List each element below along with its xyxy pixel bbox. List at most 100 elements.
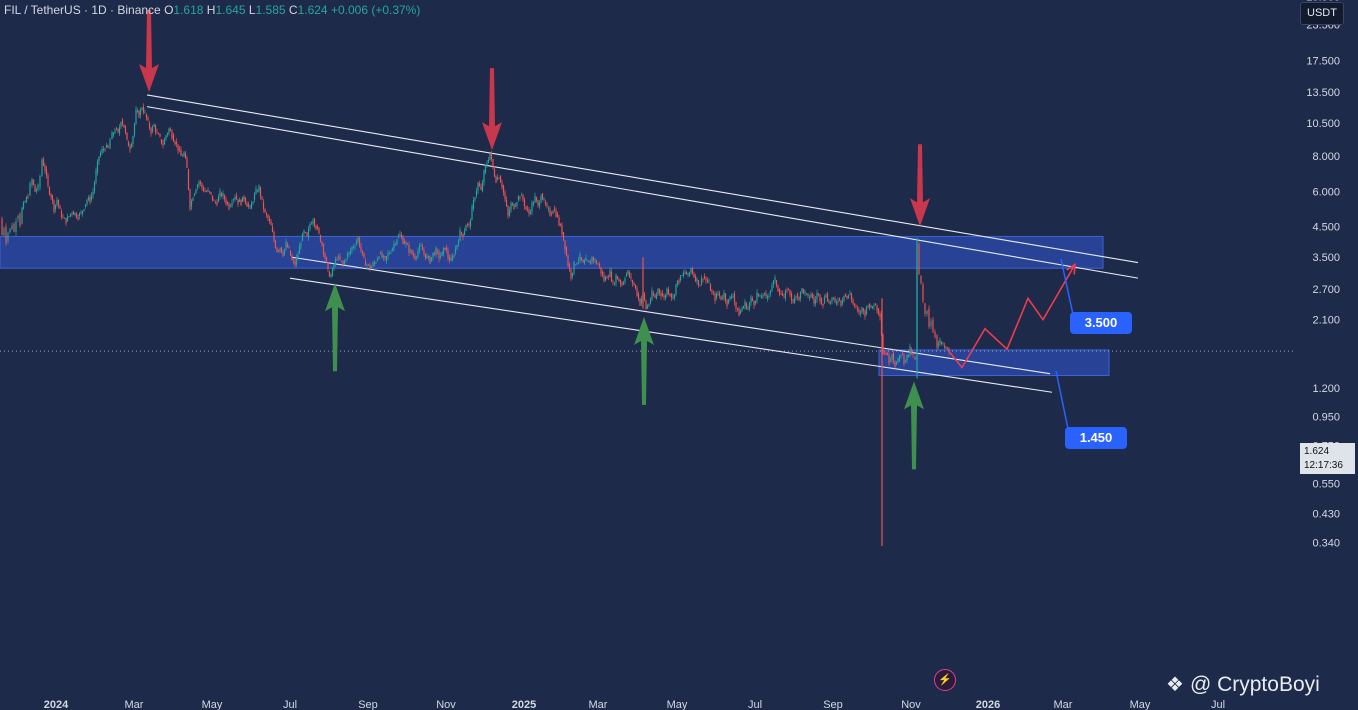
price-chart[interactable]: 37.50029.50023.50017.50013.50010.5008.00…	[0, 0, 1358, 710]
candle-body	[366, 264, 368, 266]
candle-body	[101, 148, 103, 153]
candle-body	[661, 293, 664, 297]
candle-body	[753, 300, 755, 306]
candle-body	[843, 295, 845, 301]
candle-body	[714, 293, 716, 301]
candle-body	[47, 175, 49, 186]
candle-body	[83, 209, 85, 211]
candle-body	[945, 347, 947, 349]
candle-body	[109, 138, 111, 149]
candle-body	[310, 223, 313, 225]
candle-body	[926, 310, 928, 315]
candle-body	[702, 278, 704, 280]
binance-logo-icon: ❖	[1166, 674, 1184, 696]
candle-body	[112, 132, 115, 136]
candle-body	[940, 341, 943, 344]
candle-body	[298, 246, 301, 254]
candle-body	[438, 251, 440, 259]
candle-body	[555, 210, 557, 217]
candle-body	[153, 124, 155, 127]
candle-body	[418, 246, 421, 251]
candle-body	[619, 280, 622, 284]
candle-body	[295, 257, 298, 265]
candle-body	[138, 110, 140, 118]
event-icon[interactable]: ⚡	[934, 669, 956, 691]
candle-body	[243, 196, 245, 200]
candle-body	[420, 245, 422, 247]
candle-body	[616, 276, 619, 280]
candle-body	[408, 244, 410, 253]
candle-body	[837, 300, 839, 303]
candle-body	[540, 196, 542, 203]
last-price-label: 1.624 12:17:36	[1300, 443, 1355, 474]
time-axis[interactable]: 2024 Mar May Jul Sep Nov 2025 Mar May Jul Sep Nov 20…	[44, 699, 1225, 710]
candle-body	[777, 286, 779, 292]
candle-body	[86, 200, 88, 205]
candle-body	[778, 288, 781, 294]
candle-body	[693, 273, 695, 278]
candle-body	[655, 294, 658, 299]
candle-body	[486, 163, 488, 166]
candle-body	[864, 311, 866, 317]
candle-body	[303, 230, 305, 234]
candle-body	[136, 110, 139, 112]
symbol-label[interactable]: FIL / TetherUS · 1D · Binance	[4, 3, 161, 17]
candle-body	[78, 213, 81, 217]
candle-body	[846, 296, 848, 299]
candle-body	[505, 199, 508, 206]
candle-body	[255, 188, 257, 194]
candle-body	[244, 197, 247, 204]
candle-body	[297, 254, 299, 258]
candle-body	[688, 271, 691, 277]
candle-body	[829, 301, 832, 304]
candle-body	[606, 276, 608, 279]
candle-body	[54, 204, 57, 209]
candle-body	[41, 159, 43, 177]
currency-button[interactable]: USDT	[1300, 2, 1344, 25]
candle-body	[790, 293, 793, 301]
candle-body	[547, 208, 550, 210]
candle-body	[852, 299, 854, 304]
candle-body	[871, 306, 874, 309]
candle-body	[772, 280, 775, 285]
candle-body	[63, 217, 66, 219]
candle-body	[544, 201, 547, 204]
candle-body	[610, 272, 613, 282]
candle-body	[253, 193, 256, 200]
candle-body	[615, 275, 617, 284]
candle-body	[148, 122, 151, 129]
candle-body	[673, 294, 676, 299]
candle-body	[118, 127, 121, 134]
candle-body	[369, 264, 371, 270]
candle-body	[444, 247, 446, 250]
candle-body	[792, 300, 794, 302]
candle-body	[222, 193, 224, 197]
candle-body	[835, 302, 838, 304]
candle-body	[220, 193, 223, 197]
candle-body	[618, 279, 620, 282]
candle-body	[492, 159, 494, 169]
candle-body	[805, 293, 808, 295]
candle-body	[382, 256, 385, 258]
candle-body	[891, 354, 893, 360]
down-arrow	[910, 144, 930, 227]
candle-body	[169, 128, 172, 132]
candle-body	[195, 189, 197, 194]
candle-body	[682, 272, 685, 277]
candle-body	[267, 214, 269, 219]
candle-body	[597, 263, 599, 265]
candle-body	[914, 356, 916, 360]
low-value: 1.585	[255, 3, 286, 17]
candle-body	[432, 252, 434, 258]
candle-body	[190, 200, 193, 207]
candle-body	[918, 244, 920, 275]
watermark-text: @ CryptoBoyi	[1189, 673, 1320, 696]
candle-body	[277, 250, 280, 252]
candle-body	[511, 203, 514, 205]
candle-body	[744, 301, 746, 307]
candle-body	[480, 186, 482, 190]
candle-body	[937, 343, 940, 346]
candle-body	[928, 308, 930, 328]
candle-body	[445, 247, 448, 251]
candle-body	[769, 290, 772, 294]
